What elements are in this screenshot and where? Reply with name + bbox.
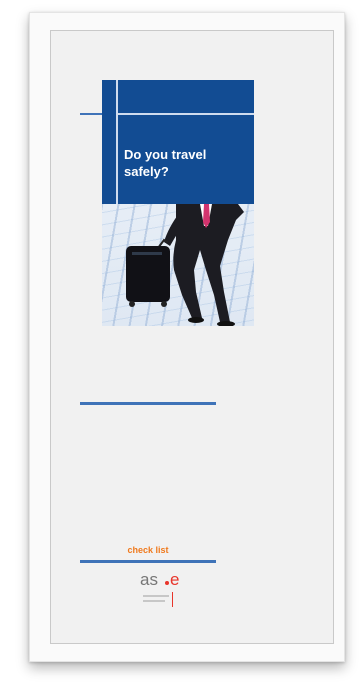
cover-image: Do you travel safely? [102,80,254,326]
check-list-label: check list [127,545,169,555]
logo-text-right: e [170,570,180,589]
bottom-accent-line [80,560,216,563]
cover-title-panel: Do you travel safely? [102,80,254,204]
panel-vertical-rule [116,80,118,204]
logo-tagline-line [143,595,169,597]
panel-horizontal-rule [116,113,254,115]
top-accent-line [80,113,102,115]
middle-accent-line [80,402,216,405]
ase-logo: as e [138,570,198,610]
logo-divider [172,592,173,607]
logo-tagline-line [143,600,165,602]
logo-dot-icon [165,581,169,585]
cover-title: Do you travel safely? [124,147,207,179]
logo-text-left: as [140,570,158,589]
